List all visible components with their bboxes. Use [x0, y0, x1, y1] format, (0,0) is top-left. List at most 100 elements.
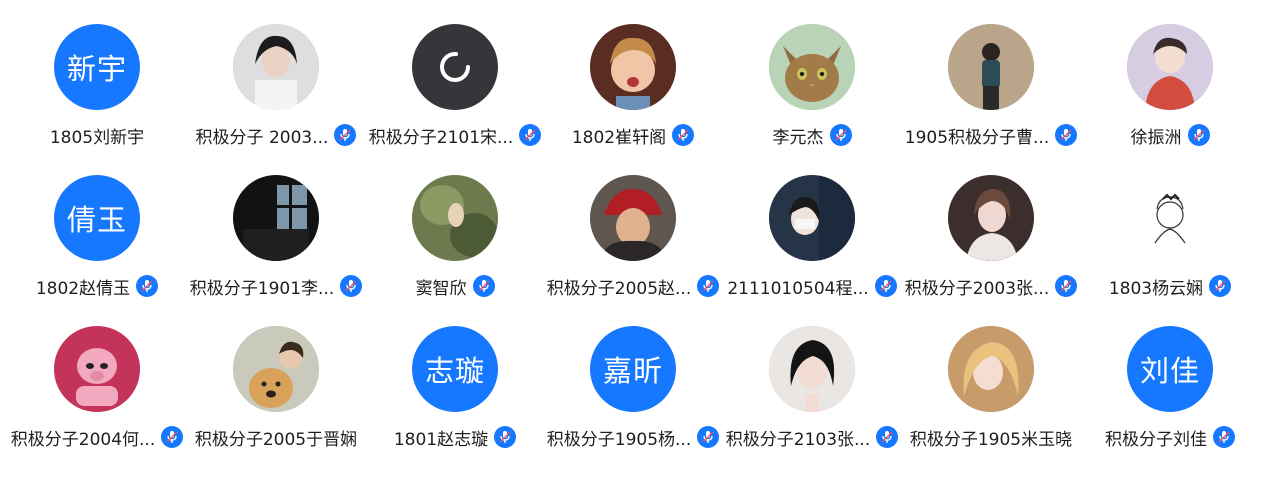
member-tile[interactable]: 积极分子2103张...: [722, 302, 902, 452]
member-tile[interactable]: 志璇 1801赵志璇: [365, 302, 545, 452]
member-name: 积极分子2101宋...: [368, 127, 514, 148]
member-label: 1905积极分子曹...: [901, 122, 1081, 148]
member-name: 积极分子2103张...: [725, 429, 871, 450]
microphone-icon[interactable]: [697, 275, 720, 297]
loading-spinner-icon: [440, 52, 470, 82]
avatar: 嘉昕: [590, 326, 676, 412]
member-tile[interactable]: 积极分子1901李...: [186, 151, 366, 301]
member-name: 1802赵倩玉: [35, 278, 131, 299]
avatar: [233, 326, 319, 412]
microphone-icon[interactable]: [1055, 124, 1078, 146]
member-name: 1801赵志璇: [393, 429, 489, 450]
member-tile[interactable]: 倩玉 1802赵倩玉: [7, 151, 187, 301]
microphone-icon[interactable]: [1213, 426, 1235, 448]
avatar: [233, 24, 319, 110]
member-label: 积极分子刘佳: [1080, 424, 1260, 450]
member-label: 徐振洲: [1080, 122, 1260, 148]
microphone-icon[interactable]: [494, 426, 517, 448]
member-tile[interactable]: 新宇 1805刘新宇: [7, 0, 187, 150]
member-tile[interactable]: 李元杰: [722, 0, 902, 150]
member-label: 积极分子2101宋...: [365, 122, 545, 148]
member-name: 积极分子1901李...: [189, 278, 335, 299]
member-tile[interactable]: 积极分子2101宋...: [365, 0, 545, 150]
member-name: 积极分子1905杨...: [546, 429, 692, 450]
member-name: 积极分子2003张...: [904, 278, 1050, 299]
member-name: 1905积极分子曹...: [904, 127, 1050, 148]
member-name: 徐振洲: [1130, 127, 1182, 148]
member-label: 李元杰: [722, 122, 902, 148]
member-label: 积极分子1905杨...: [543, 424, 723, 450]
member-name: 积极分子刘佳: [1105, 429, 1207, 450]
member-tile[interactable]: 积极分子2005赵...: [543, 151, 723, 301]
member-tile[interactable]: 1802崔轩阁: [543, 0, 723, 150]
member-label: 1803杨云娴: [1080, 273, 1260, 299]
microphone-icon[interactable]: [161, 426, 184, 448]
microphone-icon[interactable]: [876, 426, 899, 448]
member-label: 积极分子1905米玉晓: [901, 424, 1081, 450]
member-name: 2111010504程...: [727, 278, 869, 299]
member-label: 2111010504程...: [722, 273, 902, 299]
member-name: 李元杰: [772, 127, 824, 148]
member-tile[interactable]: 刘佳 积极分子刘佳: [1080, 302, 1260, 452]
member-tile[interactable]: 1905积极分子曹...: [901, 0, 1081, 150]
member-label: 积极分子1901李...: [186, 273, 366, 299]
member-tile[interactable]: 徐振洲: [1080, 0, 1260, 150]
microphone-icon[interactable]: [472, 275, 495, 297]
avatar: [948, 175, 1034, 261]
avatar: 刘佳: [1127, 326, 1213, 412]
avatar: [948, 24, 1034, 110]
member-name: 积极分子1905米玉晓: [909, 429, 1073, 450]
member-name: 积极分子2005赵...: [546, 278, 692, 299]
microphone-icon[interactable]: [829, 124, 852, 146]
avatar: [769, 175, 855, 261]
avatar: [769, 24, 855, 110]
avatar: [233, 175, 319, 261]
microphone-icon[interactable]: [672, 124, 695, 146]
member-name: 1802崔轩阁: [571, 127, 667, 148]
member-name: 1803杨云娴: [1108, 278, 1204, 299]
microphone-icon[interactable]: [334, 124, 357, 146]
microphone-icon[interactable]: [340, 275, 363, 297]
avatar: [590, 24, 676, 110]
member-label: 积极分子2004何...: [7, 424, 187, 450]
member-label: 积极分子 2003...: [186, 122, 366, 148]
member-tile[interactable]: 积极分子 2003...: [186, 0, 366, 150]
member-tile[interactable]: 积极分子1905米玉晓: [901, 302, 1081, 452]
microphone-icon[interactable]: [874, 275, 897, 297]
microphone-icon[interactable]: [697, 426, 720, 448]
avatar: [769, 326, 855, 412]
avatar: [590, 175, 676, 261]
member-name: 1805刘新宇: [49, 127, 145, 148]
microphone-icon[interactable]: [519, 124, 542, 146]
member-name: 积极分子2004何...: [10, 429, 156, 450]
member-name: 窦智欣: [415, 278, 467, 299]
microphone-icon[interactable]: [1209, 275, 1232, 297]
member-tile[interactable]: 积极分子2004何...: [7, 302, 187, 452]
member-name: 积极分子2005于晋娴: [194, 429, 358, 450]
member-tile[interactable]: 窦智欣: [365, 151, 545, 301]
member-grid: 新宇 1805刘新宇 积极分子 2003... 积极分子2101宋... 180…: [0, 0, 1267, 498]
member-label: 1801赵志璇: [365, 424, 545, 450]
avatar: [1127, 175, 1213, 261]
member-label: 1805刘新宇: [7, 122, 187, 148]
member-tile[interactable]: 嘉昕 积极分子1905杨...: [543, 302, 723, 452]
microphone-icon[interactable]: [136, 275, 159, 297]
member-label: 窦智欣: [365, 273, 545, 299]
avatar: 倩玉: [54, 175, 140, 261]
member-label: 1802崔轩阁: [543, 122, 723, 148]
member-label: 积极分子2003张...: [901, 273, 1081, 299]
member-label: 积极分子2005赵...: [543, 273, 723, 299]
member-tile[interactable]: 1803杨云娴: [1080, 151, 1260, 301]
member-label: 1802赵倩玉: [7, 273, 187, 299]
member-tile[interactable]: 2111010504程...: [722, 151, 902, 301]
loading-avatar: [412, 24, 498, 110]
microphone-icon[interactable]: [1187, 124, 1210, 146]
avatar: [948, 326, 1034, 412]
microphone-icon[interactable]: [1055, 275, 1078, 297]
member-tile[interactable]: 积极分子2003张...: [901, 151, 1081, 301]
member-label: 积极分子2103张...: [722, 424, 902, 450]
avatar: 志璇: [412, 326, 498, 412]
member-tile[interactable]: 积极分子2005于晋娴: [186, 302, 366, 452]
avatar: [54, 326, 140, 412]
avatar: 新宇: [54, 24, 140, 110]
